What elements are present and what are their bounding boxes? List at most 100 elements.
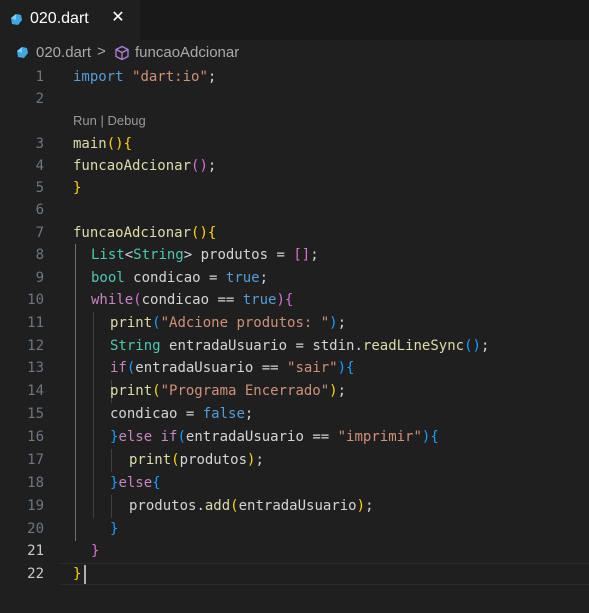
token: = [287,338,313,354]
token: ; [365,498,374,514]
token: print [110,315,153,331]
token: { [346,360,355,376]
token: ( [177,429,186,445]
code-line: if(entradaUsuario == "sair"){ [110,357,354,379]
token: import [73,69,124,85]
code-line: funcaoAdcionar(); [73,155,216,177]
token: if [160,429,178,445]
token: == [209,292,243,308]
token: ) [356,498,366,514]
token: ) [199,225,208,241]
token: ) [115,136,124,152]
code-line: } [73,563,81,585]
code-line: funcaoAdcionar(){ [73,222,216,244]
token: . [196,498,205,514]
token: condicao [141,292,210,308]
code-area[interactable]: import "dart:io"; Run | Debug main(){ fu… [0,66,589,613]
token: [ [293,247,302,263]
breadcrumb-file[interactable]: 020.dart [36,44,91,61]
code-line: while(condicao == true){ [91,289,293,311]
token: { [284,292,294,308]
token: print [110,383,153,399]
token: String [110,338,161,354]
token: List [91,247,125,263]
token: entradaUsuario [238,498,357,514]
token: false [202,406,245,422]
token: "imprimir" [337,429,422,445]
code-editor[interactable]: 1 2 3 4 5 6 7 8 9 10 11 12 13 14 15 16 1… [0,66,589,613]
code-line: }else{ [110,472,161,494]
close-icon[interactable]: ✕ [108,7,128,29]
token: ; [337,315,347,331]
token: = [268,247,294,263]
token: ; [480,338,490,354]
token: bool [91,270,125,286]
dart-file-icon [17,47,28,58]
token: { [207,225,217,241]
token: ; [337,383,347,399]
token: funcaoAdcionar [73,225,192,241]
tab-label: 020.dart [30,10,89,27]
code-line: import "dart:io"; [73,66,216,88]
token: } [73,180,82,196]
token: ( [171,452,180,468]
token: entradaUsuario [135,360,254,376]
breadcrumb: 020.dart > funcaoAdcionar [0,40,589,66]
token: String [133,247,184,263]
dart-file-icon [11,14,22,25]
method-cube-icon [115,45,129,61]
token: funcaoAdcionar [73,158,192,174]
token: add [204,498,231,514]
tab-020-dart[interactable]: 020.dart ✕ [0,0,140,40]
code-line: print("Programa Encerrado"); [110,380,346,402]
token: ( [106,136,116,152]
token: readLineSync [362,338,465,354]
code-line: bool condicao = true; [91,267,268,289]
token: ( [152,315,161,331]
token: produtos [129,498,197,514]
token: produtos [179,452,248,468]
token: ( [133,292,142,308]
token: condicao [133,270,201,286]
token: { [123,136,133,152]
token: ; [310,247,319,263]
breadcrumb-symbol[interactable]: funcaoAdcionar [135,44,239,61]
token: == [253,360,288,376]
code-line: main(){ [73,133,132,155]
token: ) [329,383,338,399]
token: { [152,475,161,491]
code-line: } [110,518,118,540]
code-line: print(produtos); [129,449,264,471]
token: ; [207,69,217,85]
token: entradaUsuario [185,429,304,445]
code-line: print("Adcione produtos: "); [110,312,346,334]
token: condicao [110,406,178,422]
token: produtos [200,247,269,263]
token: ; [259,270,269,286]
token: true [225,270,260,286]
code-line: produtos.add(entradaUsuario); [129,495,374,517]
token: if [110,360,127,376]
token: ; [207,158,217,174]
code-line: condicao = false; [110,403,253,425]
token: < [124,247,134,263]
token: ] [301,247,311,263]
token: entradaUsuario [169,338,288,354]
code-line: String entradaUsuario = stdin.readLineSy… [110,335,489,357]
token: = [200,270,226,286]
token: true [242,292,277,308]
token: ( [230,498,239,514]
token: ) [276,292,285,308]
token: "dart:io" [132,69,208,85]
token: ) [329,315,338,331]
token: } [73,566,82,582]
token: ; [255,452,264,468]
code-line: }else if(entradaUsuario == "imprimir"){ [110,426,439,448]
code-line: } [91,540,99,562]
token: else [118,475,153,491]
run-debug-codelens[interactable]: Run | Debug [73,113,146,128]
token: while [91,292,134,308]
